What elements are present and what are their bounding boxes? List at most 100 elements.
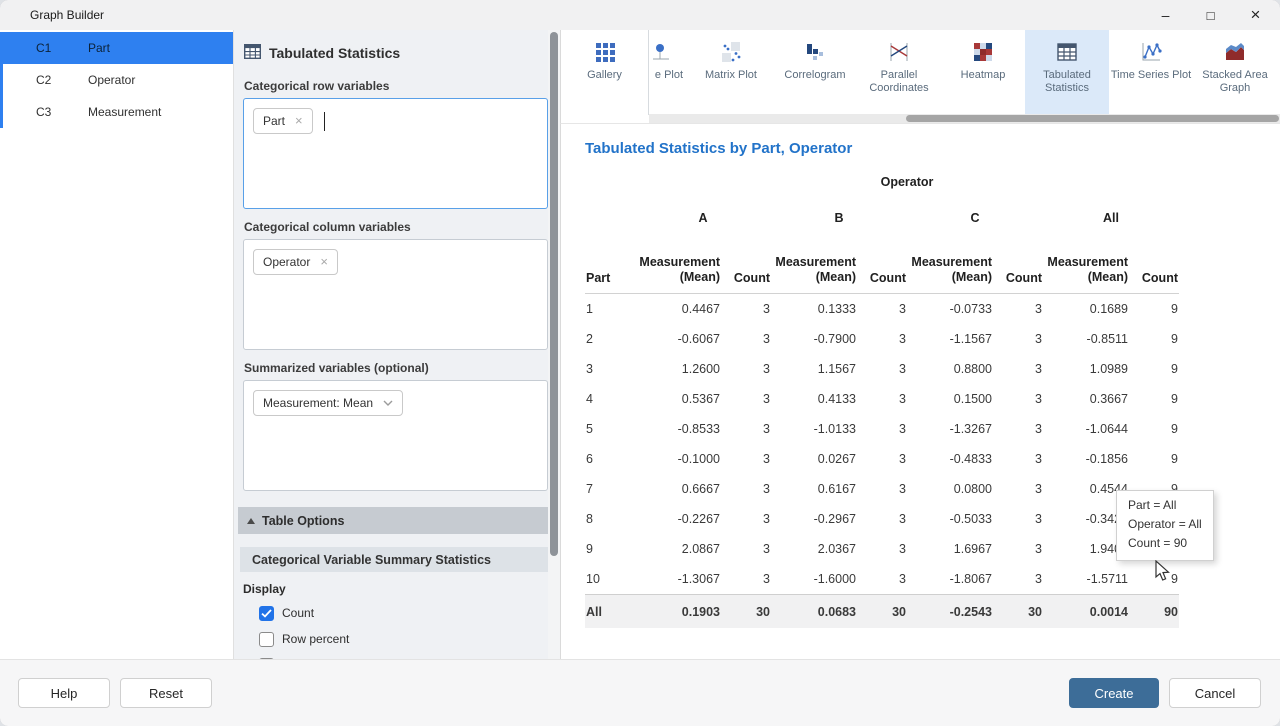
count-header: Count <box>1129 234 1179 294</box>
cell-mean: -0.1000 <box>635 444 721 474</box>
cell-part: 4 <box>585 384 635 414</box>
gallery-item-time-series-plot[interactable]: Time Series Plot <box>1109 30 1193 115</box>
cell-count: 30 <box>993 595 1043 629</box>
cell-part: 7 <box>585 474 635 504</box>
table-grid-icon <box>244 44 261 62</box>
remove-chip-icon[interactable]: × <box>320 257 328 267</box>
close-button[interactable]: × <box>1233 0 1278 30</box>
window-controls: – □ × <box>1143 0 1278 30</box>
gallery-item-e-plot[interactable]: e Plot <box>649 30 689 115</box>
cell-count: 3 <box>857 294 907 325</box>
summary-statistics-label: Categorical Variable Summary Statistics <box>252 553 491 567</box>
cell-mean: 0.4467 <box>635 294 721 325</box>
cell-mean: -1.8067 <box>907 564 993 595</box>
checkbox-label: Count <box>282 606 314 620</box>
cell-mean: -1.3067 <box>635 564 721 595</box>
cell-mean: 0.4133 <box>771 384 857 414</box>
cell-mean: -0.2543 <box>907 595 993 629</box>
checkbox-row-percent[interactable]: Row percent <box>259 630 560 648</box>
cell-count: 3 <box>857 474 907 504</box>
gallery-item-heatmap[interactable]: Heatmap <box>941 30 1025 115</box>
sidebar-item-operator[interactable]: C2Operator <box>0 64 233 96</box>
cell-count: 3 <box>721 474 771 504</box>
cell-part: 8 <box>585 504 635 534</box>
sidebar-item-part[interactable]: C1Part <box>0 32 233 64</box>
help-button[interactable]: Help <box>18 678 110 708</box>
cell-mean: -0.7900 <box>771 324 857 354</box>
cell-count: 3 <box>857 384 907 414</box>
create-button[interactable]: Create <box>1069 678 1159 708</box>
checkbox-count[interactable]: Count <box>259 604 560 622</box>
gallery-item-correlogram[interactable]: Correlogram <box>773 30 857 115</box>
cell-count: 3 <box>721 504 771 534</box>
cell-count: 3 <box>721 324 771 354</box>
cell-mean: 0.8800 <box>907 354 993 384</box>
reset-button[interactable]: Reset <box>120 678 212 708</box>
categorical-column-variables-box[interactable]: Operator × <box>243 239 548 350</box>
cell-mean: 0.1903 <box>635 595 721 629</box>
matrix-plot-icon <box>720 39 742 65</box>
minimize-button[interactable]: – <box>1143 0 1188 30</box>
chip-part[interactable]: Part× <box>253 108 313 134</box>
graph-gallery: Gallerye PlotMatrix Plot Correlogram Paral… <box>560 30 1280 124</box>
gallery-item-matrix-plot[interactable]: Matrix Plot <box>689 30 773 115</box>
chip-measurement-mean[interactable]: Measurement: Mean <box>253 390 403 416</box>
gallery-item-tabulated-statistics[interactable]: Tabulated Statistics <box>1025 30 1109 115</box>
cell-count: 9 <box>1129 414 1179 444</box>
measurement-mean-header: Measurement (Mean) <box>907 234 993 294</box>
cell-count: 3 <box>993 444 1043 474</box>
row-header-label: Part <box>585 234 635 294</box>
cell-part: 10 <box>585 564 635 595</box>
table-row: 40.536730.413330.150030.36679 <box>585 384 1179 414</box>
table-options-section[interactable]: Table Options <box>238 507 550 534</box>
table-row: All0.1903300.068330-0.2543300.001490 <box>585 595 1179 629</box>
gallery-item-label: Time Series Plot <box>1111 69 1191 82</box>
cell-count: 3 <box>721 354 771 384</box>
cell-mean: 0.0267 <box>771 444 857 474</box>
sidebar-item-measurement[interactable]: C3Measurement <box>0 96 233 128</box>
gallery-scrollbar-thumb[interactable] <box>906 115 1279 122</box>
count-header: Count <box>857 234 907 294</box>
cell-mean: 1.1567 <box>771 354 857 384</box>
categorical-row-variables-box[interactable]: Part× <box>243 98 548 209</box>
cell-mean: 0.1333 <box>771 294 857 325</box>
gallery-item-parallel-coordinates[interactable]: Parallel Coordinates <box>857 30 941 115</box>
cell-mean: -0.2967 <box>771 504 857 534</box>
gallery-scrollbar[interactable] <box>649 114 1280 123</box>
cell-count: 3 <box>993 384 1043 414</box>
table-row: 10-1.30673-1.60003-1.80673-1.57119 <box>585 564 1179 595</box>
panel-scrollbar-thumb[interactable] <box>550 32 558 556</box>
maximize-button[interactable]: □ <box>1188 0 1233 30</box>
remove-chip-icon[interactable]: × <box>295 116 303 126</box>
bubble-plot-icon <box>650 39 672 65</box>
cell-count: 9 <box>1129 384 1179 414</box>
gallery-item-label: Correlogram <box>784 69 845 82</box>
mouse-cursor-icon <box>1154 560 1171 587</box>
spacer-cell <box>585 174 635 202</box>
panel-scrollbar[interactable] <box>548 30 560 660</box>
cell-count: 30 <box>857 595 907 629</box>
columns-sidebar: C1PartC2OperatorC3Measurement <box>0 30 233 660</box>
cell-mean: -1.3267 <box>907 414 993 444</box>
table-row: 2-0.60673-0.79003-1.15673-0.85119 <box>585 324 1179 354</box>
tooltip-line: Count = 90 <box>1128 534 1202 553</box>
table-row: 31.260031.156730.880031.09899 <box>585 354 1179 384</box>
cell-count: 3 <box>993 534 1043 564</box>
gallery-item-stacked-area-graph[interactable]: Stacked Area Graph <box>1193 30 1277 115</box>
builder-panel-title: Tabulated Statistics <box>269 45 400 61</box>
categorical-row-variables-label: Categorical row variables <box>244 79 548 93</box>
preview-area: Tabulated Statistics by Part, Operator O… <box>560 124 1280 660</box>
summarized-variables-box[interactable]: Measurement: Mean <box>243 380 548 491</box>
chip-label: Operator <box>263 255 310 269</box>
group-header-a: A <box>635 202 771 234</box>
cell-count: 3 <box>993 564 1043 595</box>
cancel-button[interactable]: Cancel <box>1169 678 1261 708</box>
table-row: 92.086732.036731.696731.94009 <box>585 534 1179 564</box>
cell-count: 3 <box>857 534 907 564</box>
chip-operator[interactable]: Operator × <box>253 249 338 275</box>
table-header-row: ABCAll <box>585 202 1179 234</box>
cell-mean: 1.2600 <box>635 354 721 384</box>
gallery-item-gallery[interactable]: Gallery <box>561 30 649 115</box>
measurement-mean-header: Measurement (Mean) <box>635 234 721 294</box>
chevron-down-icon[interactable] <box>383 400 393 406</box>
